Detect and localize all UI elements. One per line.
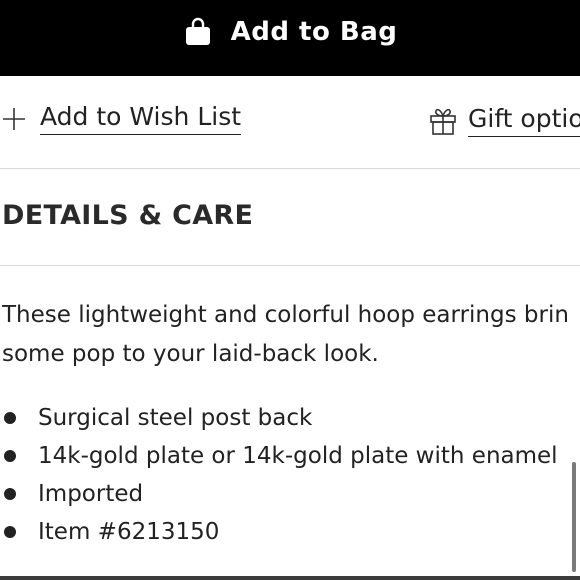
add-to-bag-button[interactable]: Add to Bag [0, 0, 580, 76]
add-to-bag-label: Add to Bag [230, 17, 398, 47]
list-item: Item #6213150 [0, 513, 558, 551]
product-details-panel: Add to Bag Add to Wish List Gift optio D… [0, 0, 580, 580]
description-line: some pop to your laid-back look. [2, 341, 379, 367]
list-item-text: Item #6213150 [38, 519, 220, 545]
list-item-text: 14k-gold plate or 14k-gold plate with en… [38, 443, 558, 469]
divider [0, 265, 580, 266]
bullet-dot-icon [4, 450, 16, 462]
bottom-border [0, 576, 580, 580]
bullet-dot-icon [4, 412, 16, 424]
gift-icon [430, 108, 456, 135]
list-item: Imported [0, 475, 558, 513]
description-line: These lightweight and colorful hoop earr… [2, 302, 569, 328]
add-to-wishlist-link[interactable]: Add to Wish List [2, 102, 242, 135]
list-item: Surgical steel post back [0, 399, 558, 437]
divider [0, 168, 580, 169]
secondary-actions-row: Add to Wish List Gift optio [0, 96, 580, 146]
add-to-wishlist-label: Add to Wish List [40, 102, 242, 135]
bullet-dot-icon [4, 488, 16, 500]
bullet-dot-icon [4, 526, 16, 538]
product-description: These lightweight and colorful hoop earr… [2, 296, 580, 374]
gift-options-link[interactable]: Gift optio [428, 104, 580, 137]
details-care-heading[interactable]: DETAILS & CARE [2, 200, 253, 231]
gift-options-label: Gift optio [468, 104, 580, 137]
details-bullet-list: Surgical steel post back 14k-gold plate … [0, 399, 558, 551]
list-item-text: Surgical steel post back [38, 405, 313, 431]
plus-icon [3, 107, 25, 130]
scrollbar[interactable] [572, 462, 576, 572]
list-item: 14k-gold plate or 14k-gold plate with en… [0, 437, 558, 475]
shopping-bag-icon [185, 17, 210, 45]
list-item-text: Imported [38, 481, 144, 507]
